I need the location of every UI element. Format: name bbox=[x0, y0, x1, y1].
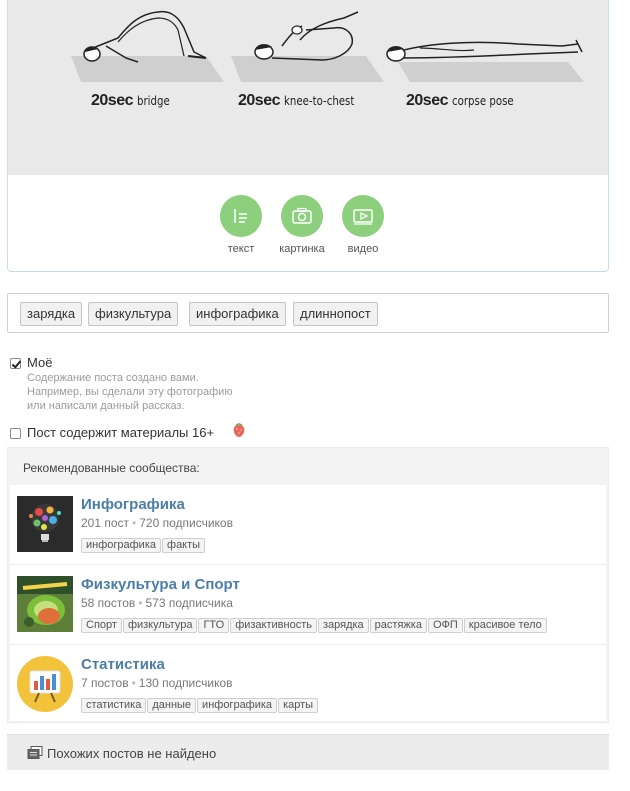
text-icon bbox=[220, 195, 262, 237]
mine-label[interactable]: Моё bbox=[27, 355, 52, 370]
video-icon bbox=[342, 195, 384, 237]
adult-content-label[interactable]: Пост содержит материалы 16+ bbox=[27, 425, 214, 440]
community-item: Физкультура и Спорт 58 постов • 573 подпис… bbox=[10, 565, 606, 645]
pose-duration: 20sec bbox=[238, 92, 281, 109]
community-tag[interactable]: инфографика bbox=[197, 698, 278, 713]
community-stats: 7 постов • 130 подписчиков bbox=[81, 676, 233, 690]
add-video-button[interactable]: видео bbox=[333, 195, 393, 255]
tag-chip[interactable]: зарядка bbox=[20, 302, 83, 326]
tag-chip[interactable]: длиннопост bbox=[293, 302, 378, 326]
mine-hint-line: или написали данный рассказ. bbox=[27, 400, 185, 412]
tag-chip[interactable]: физкультура bbox=[88, 302, 179, 326]
add-image-label: картинка bbox=[279, 243, 325, 255]
community-stats: 58 постов • 573 подписчика bbox=[81, 596, 233, 610]
no-similar-posts: Похожих постов не найдено bbox=[7, 734, 609, 770]
mine-hint-line: Содержание поста создано вами. bbox=[27, 372, 199, 384]
pose-knee-to-chest: 20sec knee-to-chest bbox=[226, 0, 386, 120]
corpse-pose-figure bbox=[386, 39, 584, 82]
community-subscribers: 720 подписчиков bbox=[139, 516, 233, 530]
community-tag[interactable]: Спорт bbox=[81, 618, 122, 633]
recommended-communities: Рекомендованные сообщества: Инфографика … bbox=[7, 447, 609, 723]
pose-bridge: 20sec bridge bbox=[66, 0, 226, 120]
community-subscribers: 130 подписчиков bbox=[138, 676, 233, 690]
pose-name: bridge bbox=[136, 94, 170, 108]
bridge-figure bbox=[71, 10, 224, 82]
tag-chip[interactable]: инфографика bbox=[189, 302, 286, 326]
knee-to-chest-figure bbox=[231, 11, 384, 82]
add-image-button[interactable]: картинка bbox=[272, 195, 332, 255]
community-posts: 58 постов bbox=[81, 596, 136, 610]
recommended-title: Рекомендованные сообщества: bbox=[23, 461, 200, 475]
community-posts: 201 пост bbox=[81, 516, 130, 530]
mine-checkbox[interactable] bbox=[10, 358, 21, 369]
post-editor-card: 20sec bridge 20sec knee-to-chest 20sec c… bbox=[7, 0, 609, 272]
community-avatar[interactable] bbox=[17, 496, 73, 552]
media-buttons: текст картинка видео bbox=[8, 195, 608, 265]
community-tags: инфографика факты bbox=[81, 535, 206, 553]
pose-duration: 20sec bbox=[91, 92, 134, 109]
add-text-button[interactable]: текст bbox=[211, 195, 271, 255]
posts-icon bbox=[27, 746, 43, 759]
community-tag[interactable]: статистика bbox=[81, 698, 147, 713]
pose-corpse: 20sec corpse pose bbox=[378, 0, 584, 120]
community-tag[interactable]: факты bbox=[162, 538, 206, 553]
community-tag[interactable]: растяжка bbox=[369, 618, 427, 633]
community-posts: 7 постов bbox=[81, 676, 129, 690]
community-tags: статистика данные инфографика карты bbox=[81, 695, 319, 713]
community-item: Инфографика 201 пост • 720 подписчиков инф… bbox=[10, 485, 606, 565]
community-name[interactable]: Физкультура и Спорт bbox=[81, 576, 240, 593]
adult-content-checkbox[interactable] bbox=[10, 428, 21, 439]
community-tag[interactable]: карты bbox=[278, 698, 319, 713]
community-tags: Спорт физкультура ГТО физактивность зарядка р… bbox=[81, 615, 548, 633]
community-tag[interactable]: красивое тело bbox=[463, 618, 547, 633]
mine-hint: Содержание поста создано вами. Например,… bbox=[27, 371, 233, 413]
community-list: Инфографика 201 пост • 720 подписчиков инф… bbox=[10, 485, 606, 721]
community-stats: 201 пост • 720 подписчиков bbox=[81, 516, 233, 530]
add-video-label: видео bbox=[347, 243, 379, 255]
mine-hint-line: Например, вы сделали эту фотографию bbox=[27, 386, 233, 398]
tags-input[interactable]: зарядка физкультура инфографика длиннопо… bbox=[7, 293, 609, 333]
no-similar-text: Похожих постов не найдено bbox=[47, 746, 217, 761]
community-tag[interactable]: ГТО bbox=[198, 618, 230, 633]
exercise-image: 20sec bridge 20sec knee-to-chest 20sec c… bbox=[8, 0, 608, 175]
add-text-label: текст bbox=[227, 243, 255, 255]
community-tag[interactable]: зарядка bbox=[317, 618, 369, 633]
camera-icon bbox=[281, 195, 323, 237]
community-item: Статистика 7 постов • 130 подписчиков стат… bbox=[10, 645, 606, 725]
community-tag[interactable]: физактивность bbox=[230, 618, 317, 633]
community-tag[interactable]: физкультура bbox=[122, 618, 198, 633]
community-subscribers: 573 подписчика bbox=[145, 596, 233, 610]
community-avatar[interactable] bbox=[17, 576, 73, 632]
community-avatar[interactable] bbox=[17, 656, 73, 712]
strawberry-icon bbox=[233, 423, 245, 437]
community-tag[interactable]: ОФП bbox=[427, 618, 463, 633]
community-tag[interactable]: инфографика bbox=[81, 538, 162, 553]
pose-name: corpse pose bbox=[451, 94, 514, 108]
pose-duration: 20sec bbox=[406, 92, 449, 109]
community-name[interactable]: Инфографика bbox=[81, 496, 185, 513]
community-name[interactable]: Статистика bbox=[81, 656, 165, 673]
pose-name: knee-to-chest bbox=[283, 94, 355, 108]
community-tag[interactable]: данные bbox=[147, 698, 197, 713]
